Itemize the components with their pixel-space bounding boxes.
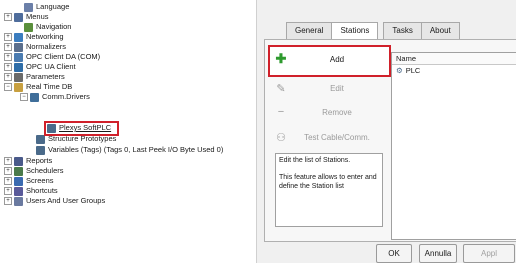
tree-item-menus[interactable]: + Menus [4, 12, 49, 22]
description-line-1: Edit the list of Stations. [279, 157, 351, 164]
remove-label: Remove [322, 107, 352, 117]
tab-about[interactable]: About [420, 22, 460, 39]
edit-icon: ✎ [276, 82, 286, 95]
schedulers-icon [14, 166, 23, 176]
tree-item-shortcuts[interactable]: + Shortcuts [4, 186, 58, 196]
expand-icon[interactable]: + [4, 53, 12, 61]
users-icon [14, 196, 23, 206]
apply-button[interactable]: Appl [463, 244, 515, 263]
tree-item-schedulers[interactable]: + Schedulers [4, 166, 64, 176]
tree-item-label: Normalizers [26, 42, 67, 51]
tree-item-language[interactable]: Language [14, 2, 69, 12]
tab-tasks[interactable]: Tasks [383, 22, 422, 39]
tree-item-label: Navigation [36, 22, 72, 31]
tree-item-normalizers[interactable]: + Normalizers [4, 42, 66, 52]
expand-icon[interactable]: + [4, 13, 12, 21]
tree-item-screens[interactable]: + Screens [4, 176, 54, 186]
highlight-box-plexys [44, 121, 119, 136]
tree-item-label: OPC UA Client [26, 62, 76, 71]
tab-strip: General Stations Tasks About [286, 22, 460, 40]
column-header-name[interactable]: Name [392, 53, 516, 65]
expand-icon[interactable]: + [4, 157, 12, 165]
expand-icon[interactable]: + [4, 43, 12, 51]
list-item[interactable]: ⚙ PLC [392, 65, 516, 76]
expand-icon[interactable]: + [4, 177, 12, 185]
plus-icon: ✚ [275, 51, 287, 66]
tree-item-label: Parameters [26, 72, 65, 81]
parameters-icon [14, 72, 23, 82]
networking-icon [14, 32, 23, 42]
tab-stations[interactable]: Stations [331, 22, 379, 40]
collapse-icon[interactable]: − [20, 93, 28, 101]
description-line-2: This feature allows to enter and define … [279, 174, 377, 190]
project-tree: Language + Menus Navigation + Networking… [0, 0, 257, 263]
add-button[interactable]: ✚ Add [270, 48, 382, 70]
test-comm-button[interactable]: ⚇ Test Cable/Comm. [270, 126, 382, 148]
tree-item-opc-ua-client[interactable]: + OPC UA Client [4, 62, 76, 72]
comm-drivers-icon [30, 92, 39, 102]
tree-item-parameters[interactable]: + Parameters [4, 72, 65, 82]
edit-button[interactable]: ✎ Edit [270, 77, 382, 99]
tree-item-label: Language [36, 2, 70, 11]
tree-item-label: OPC Client DA (COM) [26, 52, 101, 61]
list-item-label: PLC [405, 66, 421, 75]
cable-icon: ⚇ [276, 131, 286, 144]
collapse-icon[interactable]: − [4, 83, 12, 91]
ok-button[interactable]: OK [376, 244, 412, 263]
tree-item-label: Variables (Tags) (Tags 0, Last Peek I/O … [48, 145, 224, 154]
tree-item-label: Schedulers [26, 166, 64, 175]
tree-item-label: Shortcuts [26, 186, 58, 195]
tree-item-reports[interactable]: + Reports [4, 156, 52, 166]
tree-item-label: Menus [26, 12, 49, 21]
normalizers-icon [14, 42, 23, 52]
tree-item-label: Networking [26, 32, 64, 41]
tree-item-navigation[interactable]: Navigation [14, 22, 71, 32]
station-icon: ⚙ [396, 66, 403, 75]
variables-icon [36, 145, 45, 155]
test-label: Test Cable/Comm. [304, 132, 370, 142]
tree-item-opc-client-da[interactable]: + OPC Client DA (COM) [4, 52, 100, 62]
stations-list[interactable]: Name ⚙ PLC [391, 52, 516, 240]
navigation-icon [24, 22, 33, 32]
expand-icon[interactable]: + [4, 33, 12, 41]
tree-item-users[interactable]: + Users And User Groups [4, 196, 105, 206]
expand-icon[interactable]: + [4, 63, 12, 71]
tree-item-label: Real Time DB [26, 82, 73, 91]
shortcuts-icon [14, 186, 23, 196]
tree-item-real-time-db[interactable]: − Real Time DB [4, 82, 72, 92]
expand-icon[interactable]: + [4, 187, 12, 195]
add-label: Add [329, 54, 345, 64]
tree-item-comm-drivers[interactable]: − Comm.Drivers [20, 92, 90, 102]
tree-item-networking[interactable]: + Networking [4, 32, 64, 42]
language-icon [24, 2, 33, 12]
tree-item-label: Users And User Groups [26, 196, 106, 205]
tree-item-label: Reports [26, 156, 53, 165]
opc-client-icon [14, 52, 23, 62]
menus-icon [14, 12, 23, 22]
tree-item-variables[interactable]: Variables (Tags) (Tags 0, Last Peek I/O … [36, 145, 223, 155]
reports-icon [14, 156, 23, 166]
opc-ua-icon [14, 62, 23, 72]
edit-label: Edit [330, 83, 344, 93]
database-icon [14, 82, 23, 92]
description-box: Edit the list of Stations. This feature … [275, 153, 383, 227]
expand-icon[interactable]: + [4, 197, 12, 205]
minus-icon: − [277, 106, 285, 118]
tab-general[interactable]: General [286, 22, 333, 39]
cancel-button[interactable]: Annulla [419, 244, 457, 263]
expand-icon[interactable]: + [4, 73, 12, 81]
expand-icon[interactable]: + [4, 167, 12, 175]
tree-item-label: Comm.Drivers [42, 92, 90, 101]
screens-icon [14, 176, 23, 186]
tree-item-label: Screens [26, 176, 54, 185]
remove-button[interactable]: − Remove [270, 101, 382, 123]
